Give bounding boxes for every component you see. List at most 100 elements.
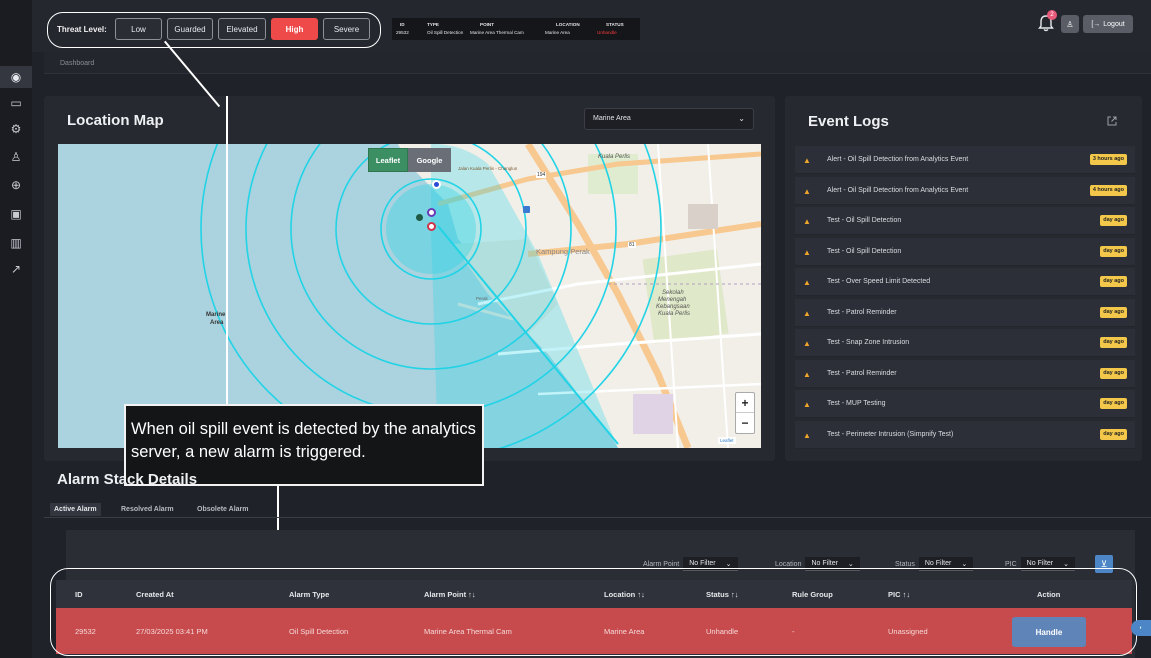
settings-icon[interactable]: ⚙ <box>0 118 32 140</box>
user-icon: ♙ <box>1066 19 1074 29</box>
map-label-school-1: Sekolah <box>662 290 684 296</box>
user-button[interactable]: ♙ <box>1061 15 1079 33</box>
tab-obsolete-alarm[interactable]: Obsolete Alarm <box>193 503 252 516</box>
folder-icon[interactable]: ▭ <box>0 92 32 114</box>
event-log-item[interactable]: ▲ Test - MUP Testing day ago <box>795 390 1135 418</box>
alarm-row-highlight <box>50 568 1137 656</box>
ticker-id: 29532 <box>396 30 409 35</box>
event-log-time-badge: 3 hours ago <box>1089 154 1127 165</box>
event-log-item[interactable]: ▲ Alert - Oil Spill Detection from Analyt… <box>795 146 1135 174</box>
breadcrumb[interactable]: Dashboard <box>60 60 94 67</box>
notification-badge: 2 <box>1047 10 1057 20</box>
warning-icon: ▲ <box>803 156 811 165</box>
event-log-text: Test - Oil Spill Detection <box>827 217 902 224</box>
zoom-out-button[interactable]: − <box>736 413 754 433</box>
event-log-item[interactable]: ▲ Test - Patrol Reminder day ago <box>795 359 1135 388</box>
eye-icon[interactable]: ◉ <box>0 66 32 88</box>
camera-icon[interactable]: ▣ <box>0 203 32 225</box>
event-log-item[interactable]: ▲ Alert - Oil Spill Detection from Analyt… <box>795 176 1135 205</box>
map-label-perak: Perak <box>476 296 488 301</box>
callout-text: When oil spill event is detected by the … <box>131 420 476 461</box>
logout-button[interactable]: [→ Logout <box>1083 15 1133 33</box>
logout-label: Logout <box>1103 20 1125 28</box>
ticker-header-point: POINT <box>480 22 495 27</box>
leaflet-layer-button[interactable]: Leaflet <box>368 148 408 172</box>
warning-icon: ▲ <box>803 430 811 440</box>
event-log-time-badge: day ago <box>1100 245 1127 257</box>
area-select[interactable]: Marine Area ⌄ <box>584 108 754 130</box>
map-label-81: 81 <box>628 242 636 248</box>
alarm-marker-icon[interactable] <box>427 222 436 231</box>
user-key-icon[interactable]: ♙ <box>0 146 32 168</box>
map-label-194: 194 <box>536 172 547 178</box>
event-log-time-badge: day ago <box>1100 428 1127 440</box>
event-log-time-badge: 4 hours ago <box>1089 184 1127 196</box>
map-label-kampung-perak: Kampung Perak <box>536 247 590 256</box>
alarm-ticker[interactable]: ID TYPE POINT LOCATION STATUS 29532 Oil … <box>392 18 640 40</box>
warning-icon: ▲ <box>803 278 811 287</box>
status-filter-value: No Filter <box>924 560 952 567</box>
event-log-item[interactable]: ▲ Test - Over Speed Limit Detected day ago <box>795 268 1135 296</box>
google-layer-button[interactable]: Google <box>408 148 451 172</box>
event-log-text: Alert - Oil Spill Detection from Analyti… <box>827 186 969 194</box>
threat-elevated-button[interactable]: Elevated <box>218 18 266 40</box>
event-log-item[interactable]: ▲ Test - Snap Zone Intrusion day ago <box>795 329 1135 357</box>
threat-low-button[interactable]: Low <box>115 18 162 40</box>
pic-filter-value: No Filter <box>1026 560 1054 567</box>
camera-marker-icon[interactable] <box>427 208 436 217</box>
threat-high-button[interactable]: High <box>271 18 318 40</box>
alarm-point-filter-value: No Filter <box>689 560 716 567</box>
zoom-in-button[interactable]: + <box>736 393 754 413</box>
logout-icon: [→ <box>1091 20 1101 28</box>
tab-active-alarm[interactable]: Active Alarm <box>50 503 101 516</box>
location-map[interactable]: Kuala Perlis Kampung Perak Marine Area S… <box>58 144 761 448</box>
event-log-text: Test - MUP Testing <box>827 400 886 407</box>
location-filter-label: Location <box>775 560 802 568</box>
warning-icon: ▲ <box>803 400 811 409</box>
point-marker-icon[interactable] <box>416 214 423 221</box>
threat-level-label: Threat Level: <box>57 25 107 34</box>
warning-icon: ▲ <box>803 247 811 257</box>
tab-resolved-alarm[interactable]: Resolved Alarm <box>117 503 178 516</box>
ticker-header-status: STATUS <box>606 22 624 27</box>
map-attribution[interactable]: Leaflet <box>718 437 736 444</box>
event-log-item[interactable]: ▲ Test - Perimeter Intrusion (Simpnify Te… <box>795 420 1135 449</box>
map-label-marine-1: Marine <box>206 312 226 318</box>
ticker-header-type: TYPE <box>427 22 439 27</box>
poi-icon <box>523 206 530 213</box>
ticker-status: Unhandle <box>597 30 617 35</box>
map-canvas <box>58 144 761 448</box>
event-log-item[interactable]: ▲ Test - Patrol Reminder day ago <box>795 298 1135 327</box>
breadcrumb-bar <box>44 52 1151 74</box>
warning-icon: ▲ <box>803 308 811 318</box>
event-log-time-badge: day ago <box>1100 306 1127 318</box>
event-log-text: Test - Patrol Reminder <box>827 308 897 316</box>
chevron-down-icon: ⌄ <box>847 560 854 568</box>
event-logs-title: Event Logs <box>808 113 889 130</box>
map-label-school-4: Kuala Perlis <box>658 311 691 317</box>
chart-icon[interactable]: ▥ <box>0 232 32 254</box>
vessel-marker-icon[interactable] <box>432 180 441 189</box>
export-icon[interactable]: ↗ <box>0 258 32 280</box>
event-log-item[interactable]: ▲ Test - Oil Spill Detection day ago <box>795 237 1135 266</box>
alarm-stack-title: Alarm Stack Details <box>57 471 198 488</box>
event-log-time-badge: day ago <box>1100 337 1127 348</box>
chevron-down-icon: ⌄ <box>738 114 745 123</box>
event-log-text: Test - Over Speed Limit Detected <box>827 278 931 285</box>
map-label-kuala-perlis: Kuala Perlis <box>598 154 631 160</box>
globe-icon[interactable]: ⊕ <box>0 174 32 196</box>
event-log-item[interactable]: ▲ Test - Oil Spill Detection day ago <box>795 207 1135 235</box>
chevron-down-icon: ⌄ <box>961 560 968 568</box>
warning-icon: ▲ <box>803 217 811 226</box>
alarm-point-filter-label: Alarm Point <box>643 560 680 568</box>
event-log-time-badge: day ago <box>1100 398 1127 409</box>
side-tab-icon[interactable]: ◐ <box>1131 620 1151 636</box>
event-log-text: Test - Oil Spill Detection <box>827 247 902 255</box>
chevron-down-icon: ⌄ <box>1063 560 1069 568</box>
threat-severe-button[interactable]: Severe <box>323 18 370 40</box>
ticker-point: Marine Area Thermal Cam <box>470 30 524 35</box>
status-filter-label: Status <box>895 560 915 568</box>
threat-guarded-button[interactable]: Guarded <box>167 18 213 40</box>
external-link-icon[interactable] <box>1107 116 1117 126</box>
event-log-time-badge: day ago <box>1100 215 1127 226</box>
